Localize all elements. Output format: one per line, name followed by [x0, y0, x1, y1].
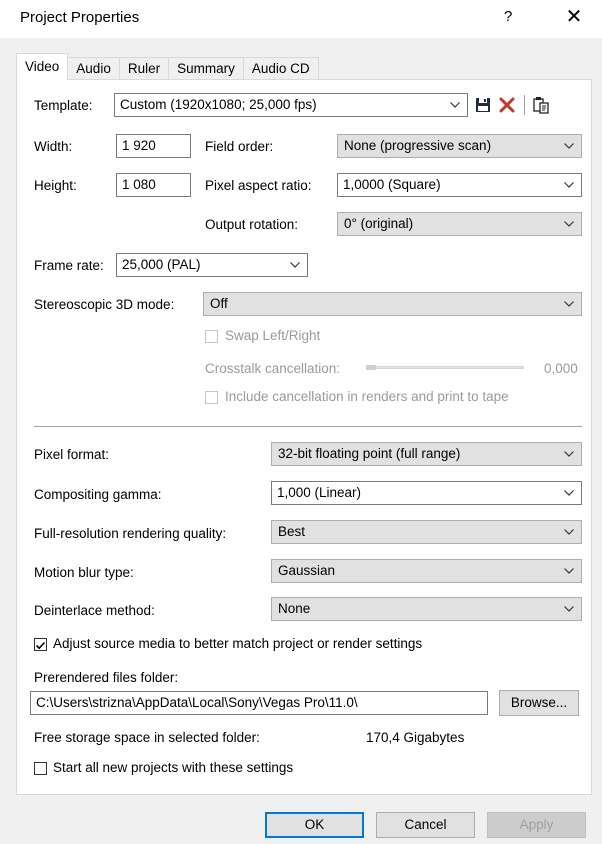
chevron-down-icon	[564, 135, 574, 157]
motion-blur-value: Gaussian	[278, 563, 336, 578]
frame-rate-select[interactable]: 25,000 (PAL)	[116, 253, 308, 277]
chevron-down-icon	[290, 254, 300, 276]
chevron-down-icon	[564, 213, 574, 235]
include-cancellation-checkbox[interactable]	[205, 391, 218, 404]
tab-summary[interactable]: Summary	[168, 57, 244, 80]
frame-rate-label: Frame rate:	[34, 258, 104, 273]
deinterlace-value: None	[278, 601, 311, 616]
template-label: Template:	[34, 98, 93, 113]
crosstalk-label: Crosstalk cancellation:	[205, 361, 341, 376]
width-input[interactable]: 1 920	[116, 134, 191, 158]
height-input[interactable]: 1 080	[116, 173, 191, 197]
chevron-down-icon	[564, 560, 574, 582]
width-label: Width:	[34, 139, 73, 154]
cancel-button[interactable]: Cancel	[376, 812, 475, 838]
motion-blur-label: Motion blur type:	[34, 565, 134, 580]
pixel-format-value: 32-bit floating point (full range)	[278, 446, 461, 461]
compositing-gamma-label: Compositing gamma:	[34, 487, 162, 502]
prerendered-folder-label: Prerendered files folder:	[34, 670, 179, 685]
render-quality-label: Full-resolution rendering quality:	[34, 526, 227, 541]
swap-left-right-label: Swap Left/Right	[225, 328, 321, 343]
adjust-source-checkbox[interactable]	[34, 638, 47, 651]
browse-button[interactable]: Browse...	[499, 690, 579, 716]
deinterlace-select[interactable]: None	[271, 597, 582, 621]
tab-ruler[interactable]: Ruler	[118, 57, 170, 80]
field-order-select[interactable]: None (progressive scan)	[337, 134, 582, 158]
pixel-aspect-label: Pixel aspect ratio:	[205, 178, 312, 193]
start-new-projects-checkbox[interactable]	[34, 762, 47, 775]
pixel-aspect-select[interactable]: 1,0000 (Square)	[337, 173, 582, 197]
start-new-projects-label: Start all new projects with these settin…	[53, 760, 294, 775]
compositing-gamma-select[interactable]: 1,000 (Linear)	[271, 481, 582, 505]
crosstalk-value: 0,000	[544, 361, 578, 376]
render-quality-value: Best	[278, 524, 306, 539]
chevron-down-icon	[564, 521, 574, 543]
tab-audio-cd[interactable]: Audio CD	[242, 57, 319, 80]
deinterlace-label: Deinterlace method:	[34, 603, 155, 618]
swap-left-right-checkbox[interactable]	[205, 330, 218, 343]
stereo-mode-select[interactable]: Off	[203, 292, 582, 316]
chevron-down-icon	[564, 482, 574, 504]
render-quality-select[interactable]: Best	[271, 520, 582, 544]
template-value: Custom (1920x1080; 25,000 fps)	[120, 97, 317, 112]
crosstalk-slider[interactable]	[368, 366, 524, 369]
chevron-down-icon	[564, 174, 574, 196]
tab-audio[interactable]: Audio	[67, 57, 120, 80]
tab-video[interactable]: Video	[16, 53, 69, 80]
template-select[interactable]: Custom (1920x1080; 25,000 fps)	[114, 93, 468, 117]
tab-bar: Video Audio Ruler Summary Audio CD	[16, 53, 319, 80]
chevron-down-icon	[564, 598, 574, 620]
field-order-label: Field order:	[205, 139, 274, 154]
chevron-down-icon	[564, 293, 574, 315]
height-label: Height:	[34, 178, 77, 193]
close-button[interactable]: ✕	[560, 3, 588, 31]
field-order-value: None (progressive scan)	[344, 138, 492, 153]
stereo-mode-label: Stereoscopic 3D mode:	[34, 297, 175, 312]
pixel-aspect-value: 1,0000 (Square)	[343, 177, 441, 192]
prerendered-folder-input[interactable]: C:\Users\strizna\AppData\Local\Sony\Vega…	[30, 691, 488, 715]
motion-blur-select[interactable]: Gaussian	[271, 559, 582, 583]
free-space-value: 170,4 Gigabytes	[366, 730, 465, 745]
checkmark-icon	[35, 641, 46, 650]
apply-button[interactable]: Apply	[487, 812, 586, 838]
include-cancellation-label: Include cancellation in renders and prin…	[225, 389, 509, 404]
pixel-format-select[interactable]: 32-bit floating point (full range)	[271, 442, 582, 466]
match-media-settings-icon[interactable]	[530, 94, 552, 116]
crosstalk-slider-thumb[interactable]	[366, 365, 376, 370]
ok-button[interactable]: OK	[265, 812, 364, 838]
section-divider	[34, 426, 582, 427]
stereo-mode-value: Off	[210, 296, 228, 311]
adjust-source-label: Adjust source media to better match proj…	[53, 636, 423, 651]
save-template-icon[interactable]	[472, 94, 494, 116]
toolbar-separator	[524, 95, 525, 115]
output-rotation-label: Output rotation:	[205, 217, 299, 232]
chevron-down-icon	[564, 443, 574, 465]
pixel-format-label: Pixel format:	[34, 447, 110, 462]
chevron-down-icon	[450, 94, 460, 116]
help-button[interactable]: ?	[504, 8, 512, 25]
output-rotation-value: 0° (original)	[344, 216, 414, 231]
delete-template-icon[interactable]	[496, 94, 518, 116]
compositing-gamma-value: 1,000 (Linear)	[277, 485, 362, 500]
frame-rate-value: 25,000 (PAL)	[122, 257, 201, 272]
window-title: Project Properties	[20, 9, 140, 26]
free-space-label: Free storage space in selected folder:	[34, 730, 260, 745]
output-rotation-select[interactable]: 0° (original)	[337, 212, 582, 236]
